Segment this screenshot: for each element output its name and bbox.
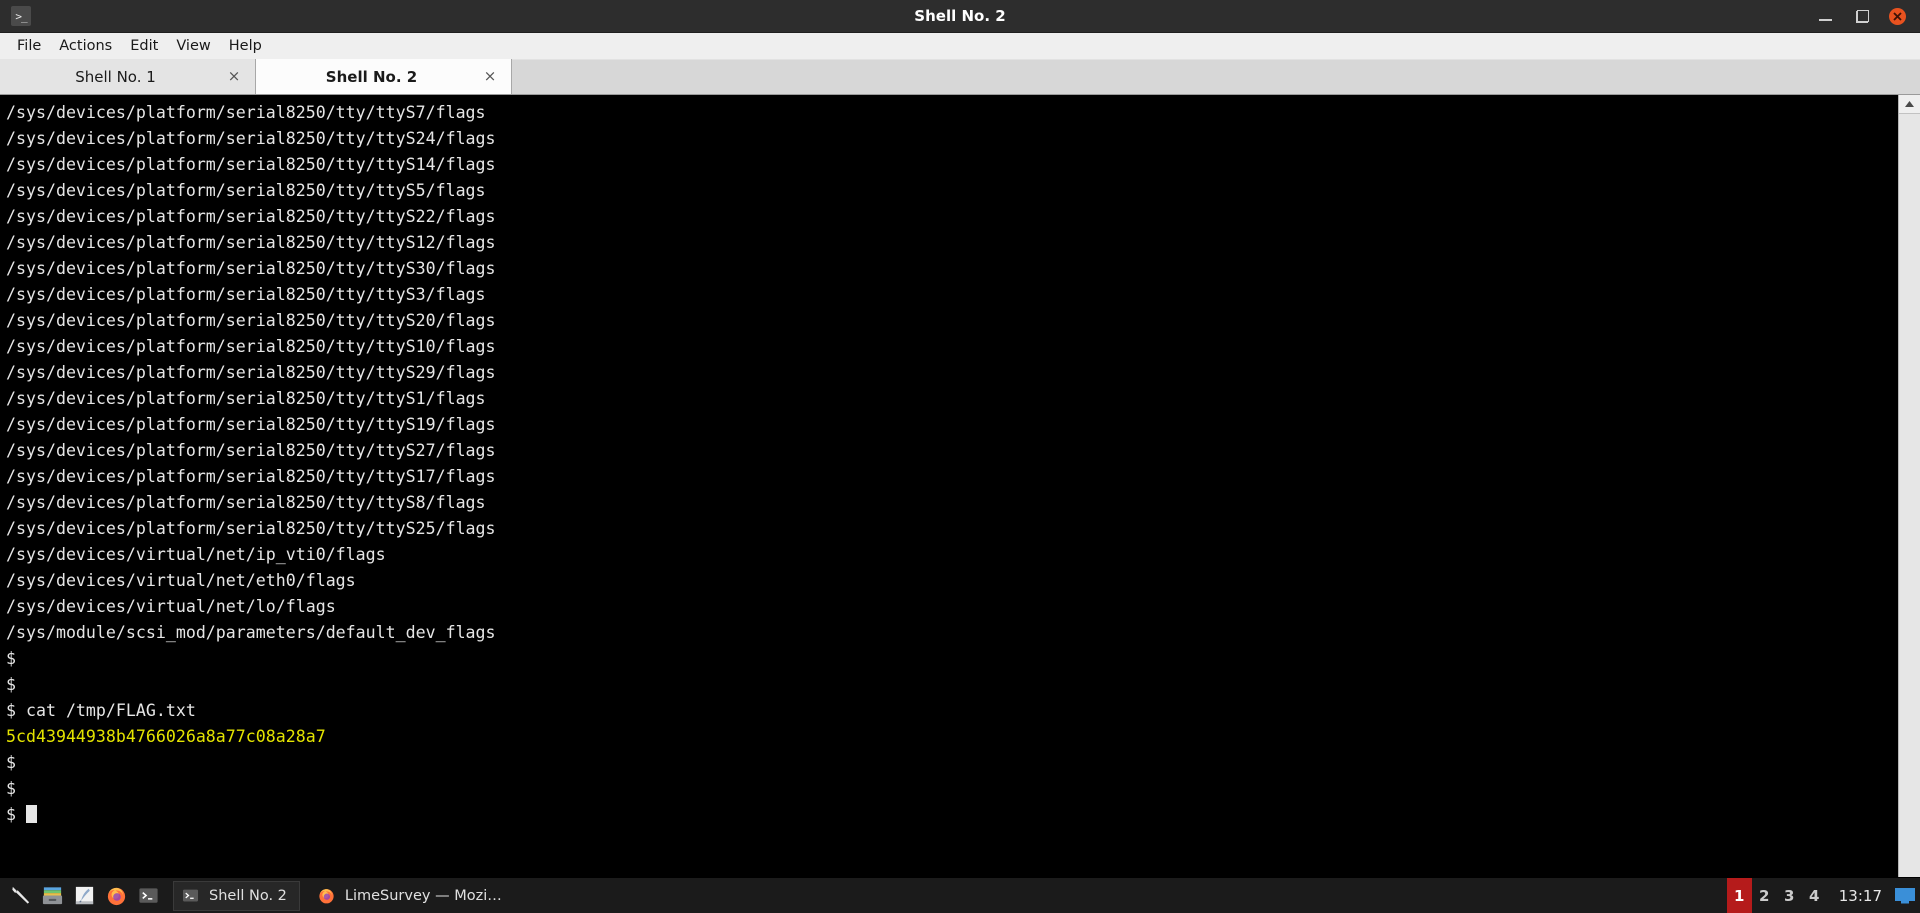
terminal-line: /sys/devices/virtual/net/lo/flags — [6, 597, 336, 616]
tab-shell-no-1[interactable]: Shell No. 1 × — [0, 59, 256, 94]
taskbar-clock[interactable]: 13:17 — [1827, 887, 1892, 905]
terminal-line: $ — [6, 802, 1898, 828]
text-editor-icon[interactable] — [68, 880, 100, 912]
firefox-icon — [319, 889, 334, 904]
taskbar: Shell No. 2 LimeSurvey — Mozi… 1 2 3 4 1… — [0, 877, 1920, 913]
menu-item-file[interactable]: File — [8, 35, 50, 57]
terminal-line: /sys/devices/platform/serial8250/tty/tty… — [6, 441, 496, 460]
menu-item-help[interactable]: Help — [220, 35, 271, 57]
terminal-line: /sys/devices/virtual/net/eth0/flags — [6, 571, 356, 590]
wrench-icon[interactable] — [4, 880, 36, 912]
terminal-line: $ — [6, 649, 16, 668]
window-title: Shell No. 2 — [914, 7, 1006, 25]
terminal-line: /sys/devices/platform/serial8250/tty/tty… — [6, 233, 496, 252]
terminal-line: /sys/devices/platform/serial8250/tty/tty… — [6, 285, 486, 304]
terminal-output[interactable]: /sys/devices/platform/serial8250/tty/tty… — [0, 95, 1898, 877]
terminal-line: /sys/devices/platform/serial8250/tty/tty… — [6, 519, 496, 538]
workspace-button-4[interactable]: 4 — [1802, 878, 1827, 913]
tab-label: Shell No. 2 — [325, 67, 418, 86]
window-button-label: Shell No. 2 — [209, 887, 287, 904]
tab-close-icon[interactable]: × — [227, 69, 241, 84]
minimize-button[interactable] — [1815, 6, 1835, 26]
terminal-line: /sys/devices/platform/serial8250/tty/tty… — [6, 493, 486, 512]
terminal-line: /sys/devices/platform/serial8250/tty/tty… — [6, 207, 496, 226]
terminal-line: /sys/devices/virtual/net/ip_vti0/flags — [6, 545, 386, 564]
terminal-line: $ — [6, 753, 16, 772]
window-titlebar: >_ Shell No. 2 — [0, 0, 1920, 33]
terminal-line: /sys/devices/platform/serial8250/tty/tty… — [6, 415, 496, 434]
terminal-line: /sys/devices/platform/serial8250/tty/tty… — [6, 181, 486, 200]
terminal-icon[interactable] — [132, 880, 164, 912]
menubar: File Actions Edit View Help — [0, 33, 1920, 60]
workspace-button-1[interactable]: 1 — [1726, 877, 1752, 913]
tab-bar: Shell No. 1 × Shell No. 2 × — [0, 59, 1920, 95]
terminal-area: /sys/devices/platform/serial8250/tty/tty… — [0, 95, 1920, 877]
taskbar-window-shell-no-2[interactable]: Shell No. 2 — [173, 880, 300, 911]
file-manager-icon[interactable] — [36, 880, 68, 912]
terminal-line: $ — [6, 779, 16, 798]
terminal-line: /sys/devices/platform/serial8250/tty/tty… — [6, 129, 496, 148]
terminal-line: /sys/devices/platform/serial8250/tty/tty… — [6, 363, 496, 382]
scrollbar-track[interactable] — [1898, 114, 1920, 877]
taskbar-window-limesurvey[interactable]: LimeSurvey — Mozi… — [309, 881, 515, 911]
menu-item-actions[interactable]: Actions — [50, 35, 121, 57]
terminal-line: /sys/devices/platform/serial8250/tty/tty… — [6, 337, 496, 356]
display-icon[interactable] — [1892, 878, 1918, 913]
taskbar-right: 1 2 3 4 13:17 — [1726, 877, 1920, 913]
close-icon — [1893, 11, 1902, 21]
taskbar-launchers — [0, 880, 164, 912]
window-controls — [1815, 6, 1920, 26]
terminal-line: /sys/devices/platform/serial8250/tty/tty… — [6, 311, 496, 330]
window-button-label: LimeSurvey — Mozi… — [344, 887, 502, 904]
terminal-icon — [182, 889, 199, 902]
chevron-up-icon — [1905, 101, 1914, 107]
maximize-icon — [1855, 9, 1869, 23]
tab-close-icon[interactable]: × — [483, 69, 497, 84]
tab-shell-no-2[interactable]: Shell No. 2 × — [256, 59, 512, 94]
terminal-line: /sys/module/scsi_mod/parameters/default_… — [6, 623, 496, 642]
terminal-line: $ — [6, 675, 16, 694]
tab-label: Shell No. 1 — [75, 67, 156, 86]
terminal-line: /sys/devices/platform/serial8250/tty/tty… — [6, 155, 496, 174]
terminal-icon: >_ — [11, 6, 31, 26]
close-button[interactable] — [1889, 7, 1906, 25]
menu-item-edit[interactable]: Edit — [121, 35, 167, 57]
terminal-flag-line: 5cd43944938b4766026a8a77c08a28a7 — [6, 727, 326, 746]
terminal-line: $ cat /tmp/FLAG.txt — [6, 701, 196, 720]
terminal-cursor — [25, 805, 37, 823]
minimize-icon — [1818, 18, 1832, 21]
menu-item-view[interactable]: View — [167, 35, 219, 57]
terminal-line: /sys/devices/platform/serial8250/tty/tty… — [6, 103, 486, 122]
terminal-line: /sys/devices/platform/serial8250/tty/tty… — [6, 259, 496, 278]
workspace-button-3[interactable]: 3 — [1777, 878, 1802, 913]
workspace-button-2[interactable]: 2 — [1752, 878, 1777, 913]
terminal-scrollbar[interactable] — [1898, 95, 1920, 877]
maximize-button[interactable] — [1852, 6, 1872, 26]
desktop-root: >_ Shell No. 2 File Actions Edit View He… — [0, 0, 1920, 913]
terminal-line: /sys/devices/platform/serial8250/tty/tty… — [6, 389, 486, 408]
scroll-up-arrow[interactable] — [1898, 95, 1920, 114]
firefox-icon[interactable] — [100, 880, 132, 912]
terminal-line: /sys/devices/platform/serial8250/tty/tty… — [6, 467, 496, 486]
